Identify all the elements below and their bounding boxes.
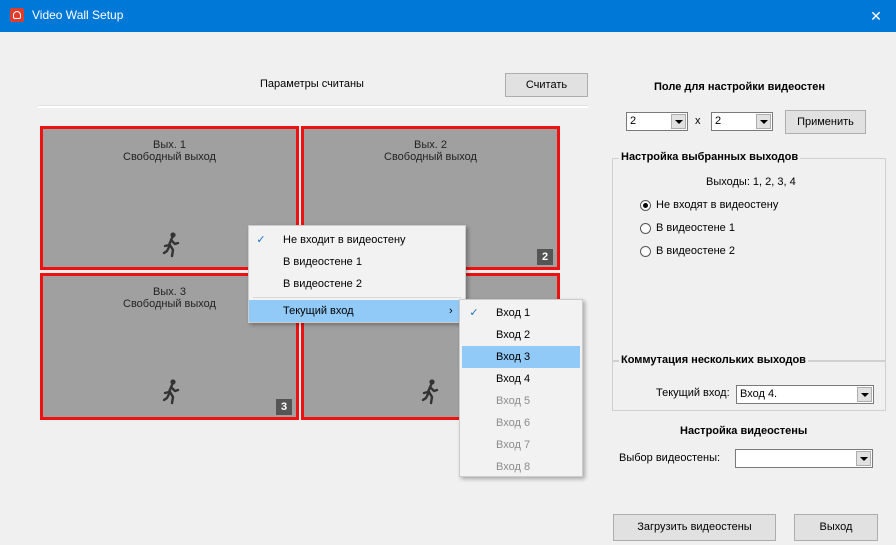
- submenu-item-input-6: Вход 6: [460, 412, 582, 434]
- current-input-value: Вход 4.: [740, 388, 778, 400]
- submenu-item-input-2[interactable]: Вход 2: [460, 324, 582, 346]
- titlebar: Video Wall Setup ✕: [0, 0, 896, 32]
- submenu-item-input-3[interactable]: Вход 3: [462, 346, 580, 368]
- submenu-item-input-5: Вход 5: [460, 390, 582, 412]
- radio-button[interactable]: [640, 246, 651, 257]
- client-area: Параметры считаны Считать Вых. 1 Свободны…: [0, 32, 896, 545]
- walking-person-icon: [162, 232, 180, 258]
- window-title: Video Wall Setup: [32, 8, 124, 22]
- rows-select[interactable]: 2: [626, 112, 688, 131]
- submenu-item-label: Вход 8: [496, 461, 531, 473]
- radio-label: В видеостене 1: [656, 222, 735, 234]
- radio-label: В видеостене 2: [656, 245, 735, 257]
- submenu-arrow-icon: ›: [449, 305, 453, 317]
- load-walls-button[interactable]: Загрузить видеостены: [613, 514, 776, 541]
- menu-item-label: В видеостене 1: [283, 256, 362, 268]
- times-sign: x: [695, 115, 701, 127]
- radio-wall-2[interactable]: В видеостене 2: [640, 245, 840, 259]
- video-wall-title: Настройка видеостены: [680, 425, 808, 437]
- context-menu: ✓ Не входит в видеостену В видеостене 1 …: [248, 225, 466, 323]
- menu-item-current-input[interactable]: Текущий вход ›: [249, 300, 465, 322]
- exit-button[interactable]: Выход: [794, 514, 878, 541]
- multi-switch-group: Коммутация нескольких выходов Текущий вх…: [612, 354, 886, 411]
- check-icon: ✓: [256, 234, 266, 246]
- menu-item-label: Не входит в видеостену: [283, 234, 406, 246]
- selected-outputs-group: Настройка выбранных выходов Выходы: 1, 2…: [612, 151, 886, 361]
- submenu-item-input-1[interactable]: ✓ Вход 1: [460, 302, 582, 324]
- apply-button[interactable]: Применить: [785, 110, 866, 134]
- radio-button[interactable]: [640, 223, 651, 234]
- menu-separator: [253, 297, 461, 298]
- submenu-item-input-8: Вход 8: [460, 456, 582, 478]
- current-input-label: Текущий вход:: [656, 387, 730, 399]
- menu-item-label: Текущий вход: [283, 305, 354, 317]
- chevron-down-icon[interactable]: [857, 387, 872, 402]
- cols-value: 2: [715, 115, 722, 127]
- current-input-select[interactable]: Вход 4.: [736, 385, 874, 404]
- submenu: ✓ Вход 1 Вход 2 Вход 3 Вход 4 Вход 5 Вхо…: [459, 299, 583, 477]
- chevron-down-icon[interactable]: [856, 451, 871, 466]
- video-wall-select-label: Выбор видеостены:: [619, 452, 721, 464]
- chevron-down-icon[interactable]: [671, 114, 686, 129]
- close-icon[interactable]: ✕: [856, 0, 896, 32]
- radio-label: Не входят в видеостену: [656, 199, 779, 211]
- radio-not-in-wall[interactable]: Не входят в видеостену: [640, 199, 840, 213]
- submenu-item-label: Вход 7: [496, 439, 531, 451]
- cell-title: Вых. 1 Свободный выход: [123, 139, 216, 163]
- menu-item-wall-2[interactable]: В видеостене 2: [249, 273, 465, 295]
- menu-item-not-in-wall[interactable]: ✓ Не входит в видеостену: [249, 229, 465, 251]
- divider: [38, 105, 588, 108]
- rows-value: 2: [630, 115, 637, 127]
- app-icon: [10, 8, 24, 22]
- submenu-item-label: Вход 1: [496, 307, 531, 319]
- check-icon: ✓: [469, 307, 479, 319]
- radio-button[interactable]: [640, 200, 651, 211]
- menu-item-wall-1[interactable]: В видеостене 1: [249, 251, 465, 273]
- cell-number-badge: 3: [276, 399, 292, 415]
- wall-config-title: Поле для настройки видеостен: [654, 81, 826, 93]
- cell-number-badge: 2: [537, 249, 553, 265]
- submenu-item-label: Вход 4: [496, 373, 531, 385]
- radio-wall-1[interactable]: В видеостене 1: [640, 222, 840, 236]
- cols-select[interactable]: 2: [711, 112, 773, 131]
- submenu-item-input-4[interactable]: Вход 4: [460, 368, 582, 390]
- read-button[interactable]: Считать: [505, 73, 588, 97]
- outputs-text: Выходы: 1, 2, 3, 4: [706, 176, 796, 188]
- video-wall-select[interactable]: [735, 449, 873, 468]
- chevron-down-icon[interactable]: [756, 114, 771, 129]
- submenu-item-label: Вход 5: [496, 395, 531, 407]
- submenu-item-input-7: Вход 7: [460, 434, 582, 456]
- cell-title: Вых. 2 Свободный выход: [384, 139, 477, 163]
- submenu-item-label: Вход 3: [496, 351, 531, 363]
- submenu-item-label: Вход 2: [496, 329, 531, 341]
- menu-item-label: В видеостене 2: [283, 278, 362, 290]
- group-label: Коммутация нескольких выходов: [619, 354, 808, 366]
- group-label: Настройка выбранных выходов: [619, 151, 801, 163]
- walking-person-icon: [421, 379, 439, 405]
- walking-person-icon: [162, 379, 180, 405]
- status-text: Параметры считаны: [260, 78, 364, 90]
- submenu-item-label: Вход 6: [496, 417, 531, 429]
